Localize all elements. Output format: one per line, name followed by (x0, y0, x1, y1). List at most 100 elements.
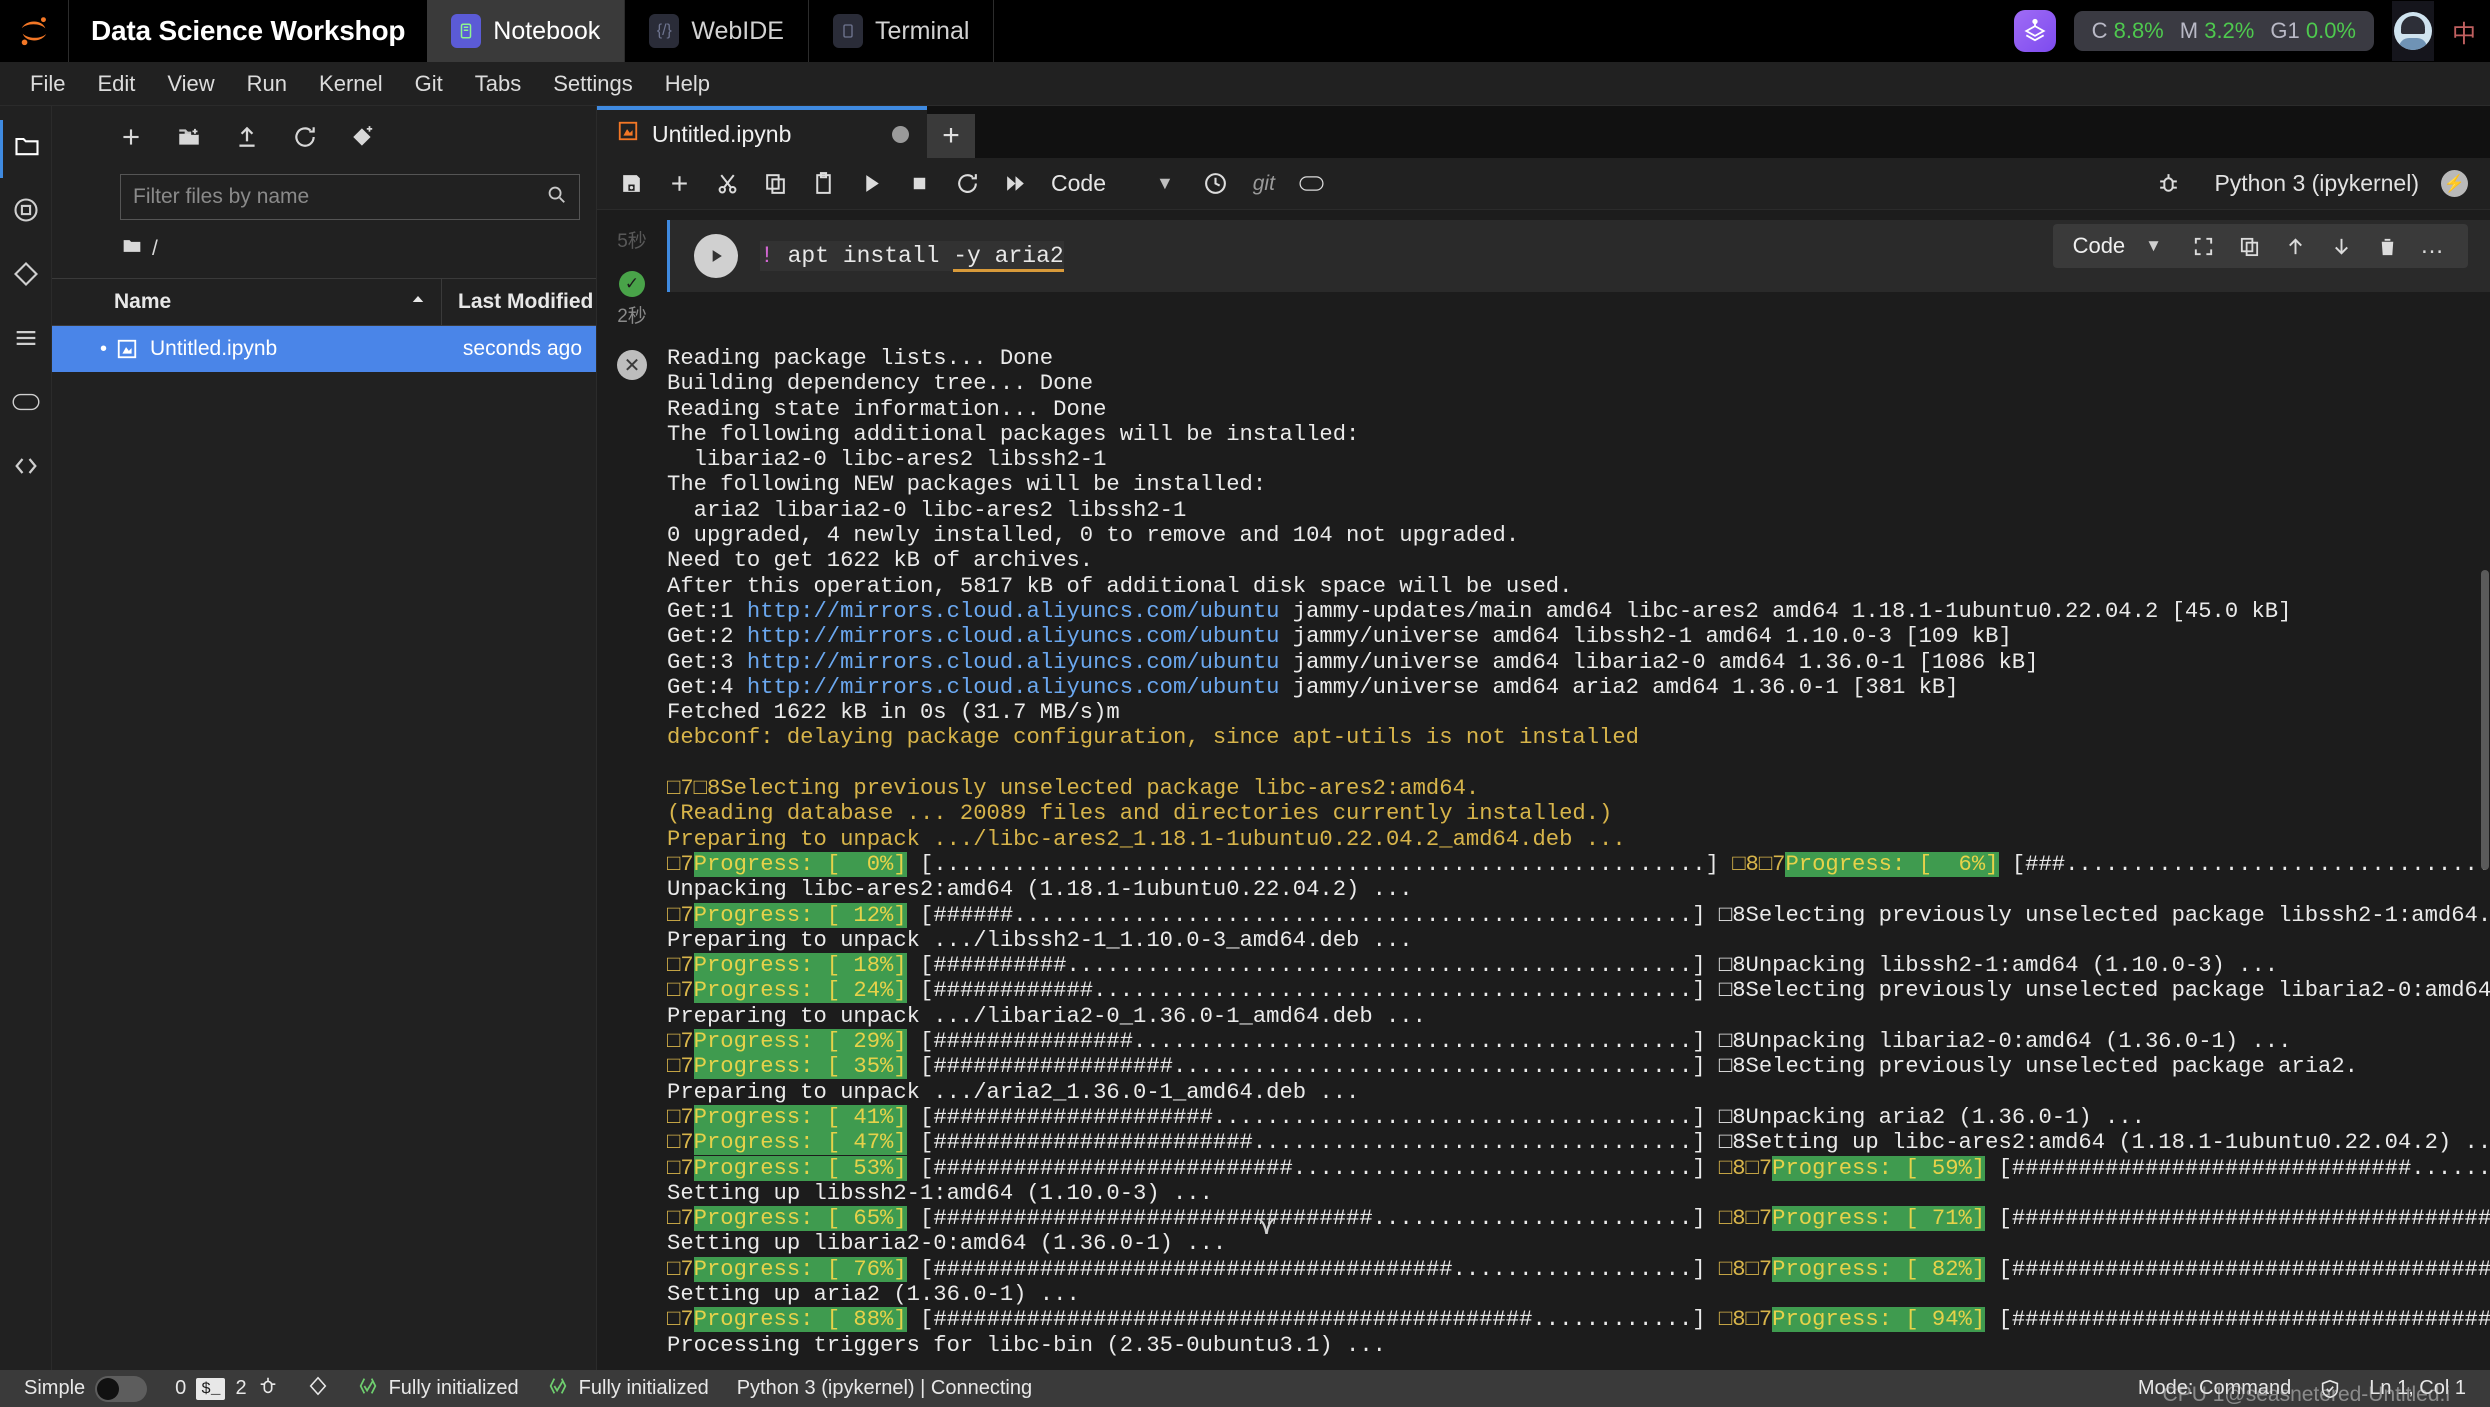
menu-settings[interactable]: Settings (537, 67, 649, 101)
file-name: Untitled.ipynb (150, 337, 278, 360)
simple-mode-toggle[interactable]: Simple (10, 1375, 161, 1402)
code-braces-icon: {/} (649, 14, 680, 48)
toggle-switch[interactable] (95, 1375, 148, 1402)
restart-run-all-icon[interactable] (991, 160, 1039, 208)
menu-file[interactable]: File (14, 67, 81, 101)
sidebar-item-extensions[interactable] (0, 440, 52, 498)
editor-mode[interactable]: Mode: Command (2124, 1377, 2305, 1400)
notebook-scroll-area[interactable]: Code ▼ … ⋎ 5秒 ✓ 2秒 ! apt install -y aria… (597, 210, 2490, 1370)
output-text: debconf: delaying package configuration,… (667, 725, 1639, 751)
stop-icon[interactable] (895, 160, 943, 208)
cell-type-value[interactable]: Code (2065, 233, 2140, 259)
upload-icon[interactable] (234, 124, 260, 150)
lsp-status-1[interactable]: Fully initialized (343, 1375, 533, 1403)
avatar[interactable] (2392, 1, 2434, 61)
unsaved-indicator[interactable] (892, 125, 909, 143)
breadcrumb[interactable]: / (52, 220, 596, 278)
app-tab-terminal[interactable]: Terminal (809, 0, 993, 62)
new-launcher-icon[interactable] (118, 124, 144, 150)
list-item[interactable]: • Untitled.ipynb seconds ago (52, 326, 596, 372)
scrollbar[interactable] (2480, 210, 2490, 1370)
output-url[interactable]: http://mirrors.cloud.aliyuncs.com/ubuntu (747, 650, 1280, 675)
app-tab-notebook[interactable]: Notebook (427, 0, 625, 62)
output-url[interactable]: http://mirrors.cloud.aliyuncs.com/ubuntu (747, 624, 1280, 649)
column-header-modified[interactable]: Last Modified (441, 279, 596, 325)
new-git-icon[interactable] (350, 124, 376, 150)
new-tab-button[interactable]: + (927, 114, 975, 158)
app-tab-webide[interactable]: {/} WebIDE (625, 0, 808, 62)
column-header-name[interactable]: Name (114, 290, 171, 314)
scroll-up-icon[interactable]: ⋎ (1257, 1210, 1276, 1241)
move-down-icon[interactable] (2318, 224, 2364, 268)
lsp-check-icon (357, 1375, 379, 1403)
output-line: Unpacking libc-ares2:amd64 (1.18.1-1ubun… (667, 877, 2490, 902)
output-text: □8Selecting previously unselected packag… (1718, 1054, 2358, 1080)
output-error-icon[interactable]: ✕ (617, 350, 647, 380)
duplicate-icon[interactable] (2226, 224, 2272, 268)
progress-segment: Progress: [ 53%] (693, 1155, 907, 1181)
output-url[interactable]: http://mirrors.cloud.aliyuncs.com/ubuntu (747, 675, 1280, 700)
sort-ascending-icon[interactable] (409, 290, 427, 314)
output-text: □7 (667, 1130, 694, 1156)
cell-type-dropdown[interactable]: Code ▼ (1051, 170, 1174, 197)
more-icon[interactable]: … (2410, 224, 2456, 268)
output-line: □7Progress: [ 29%] [###############.....… (667, 1029, 2490, 1055)
sidebar-item-toc[interactable] (0, 312, 52, 370)
move-up-icon[interactable] (2272, 224, 2318, 268)
kernel-session-count[interactable]: 0 $_ 2 (161, 1375, 292, 1403)
job-icon[interactable] (1288, 160, 1336, 208)
new-folder-icon[interactable] (176, 124, 202, 150)
git-icon[interactable]: git (1240, 160, 1288, 208)
top-bar-right-group: C 8.8% M 3.2% G1 0.0% 中 (2013, 0, 2490, 62)
history-clock-icon[interactable] (1192, 160, 1240, 208)
copy-icon[interactable] (751, 160, 799, 208)
progress-segment: Progress: [ 88%] (693, 1307, 907, 1333)
file-filter-wrapper[interactable] (120, 174, 580, 220)
menu-view[interactable]: View (151, 67, 230, 101)
delete-icon[interactable] (2364, 224, 2410, 268)
sidebar-item-jobs[interactable] (0, 376, 52, 434)
kernel-status-text[interactable]: Python 3 (ipykernel) | Connecting (723, 1377, 1046, 1400)
menu-tabs[interactable]: Tabs (459, 67, 537, 101)
menu-help[interactable]: Help (649, 67, 726, 101)
restart-icon[interactable] (943, 160, 991, 208)
sidebar-item-file-browser[interactable] (0, 120, 52, 178)
cursor-position[interactable]: Ln 1, Col 1 (2355, 1377, 2480, 1400)
output-line: 0 upgraded, 4 newly installed, 0 to remo… (667, 523, 2490, 548)
save-icon[interactable] (607, 160, 655, 208)
output-text: □7 (667, 851, 694, 877)
sidebar-item-running[interactable] (0, 184, 52, 242)
paste-icon[interactable] (799, 160, 847, 208)
menu-edit[interactable]: Edit (81, 67, 151, 101)
list-icon (12, 324, 40, 358)
chevron-down-icon[interactable]: ▼ (2139, 236, 2180, 256)
kernel-busy-icon[interactable]: ⚡ (2441, 170, 2468, 197)
output-gutter: ✕ (597, 328, 667, 1358)
trusted-shield-icon[interactable] (2305, 1378, 2355, 1400)
tab-untitled-ipynb[interactable]: Untitled.ipynb (597, 106, 927, 158)
cut-icon[interactable] (703, 160, 751, 208)
unsaved-dot: • (100, 337, 108, 360)
menu-git[interactable]: Git (399, 67, 459, 101)
insert-cell-icon[interactable] (655, 160, 703, 208)
debugger-bug-icon[interactable] (2144, 160, 2192, 208)
ai-assistant-icon[interactable] (2013, 10, 2056, 52)
menu-kernel[interactable]: Kernel (303, 67, 399, 101)
code-editor-line[interactable]: ! apt install -y aria2 (760, 241, 1064, 272)
refresh-icon[interactable] (292, 124, 318, 150)
output-url[interactable]: http://mirrors.cloud.aliyuncs.com/ubuntu (747, 599, 1280, 624)
lsp-status-2[interactable]: Fully initialized (533, 1375, 723, 1403)
kernel-name-label[interactable]: Python 3 (ipykernel) (2214, 170, 2419, 197)
git-status[interactable] (293, 1375, 343, 1403)
ime-indicator[interactable]: 中 (2452, 14, 2482, 49)
debug-icon[interactable] (257, 1375, 279, 1403)
search-input[interactable] (133, 185, 545, 209)
output-text: □7 (667, 1256, 694, 1282)
run-icon[interactable] (847, 160, 895, 208)
menu-run[interactable]: Run (231, 67, 303, 101)
run-cell-icon[interactable] (694, 234, 738, 278)
collapse-icon[interactable] (2180, 224, 2226, 268)
output-line: libaria2-0 libc-ares2 libssh2-1 (667, 447, 2490, 472)
output-text: □7 (667, 1307, 694, 1333)
sidebar-item-git[interactable] (0, 248, 52, 306)
